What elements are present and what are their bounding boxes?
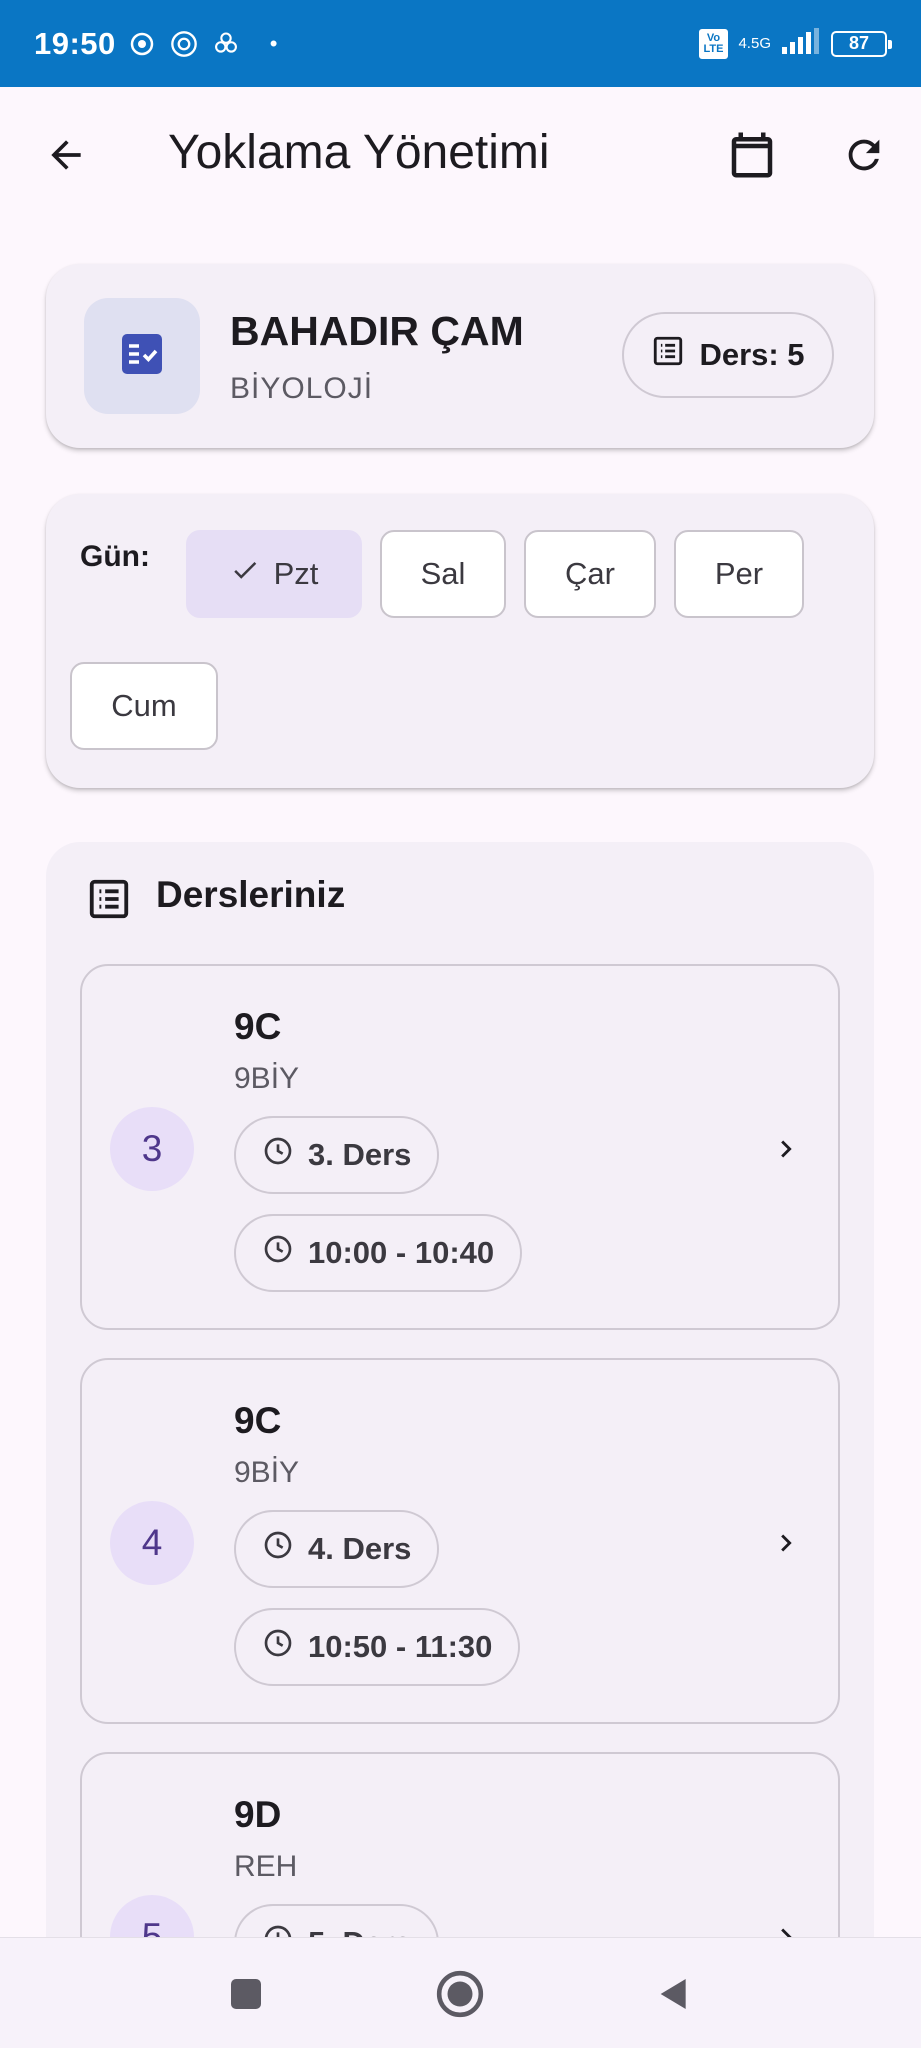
notification-icons: • (128, 30, 278, 58)
lesson-number: 4 (110, 1501, 194, 1585)
lesson-count-chip: Ders: 5 (622, 312, 834, 398)
lesson-class: 9D (234, 1794, 282, 1835)
home-circle-icon[interactable] (430, 1964, 490, 2024)
checklist-icon (118, 330, 166, 383)
clock-icon (262, 1233, 294, 1273)
time-label: 10:00 - 10:40 (308, 1235, 495, 1270)
lesson-number: 3 (110, 1107, 194, 1191)
day-chip-car[interactable]: Çar (524, 530, 656, 618)
day-filter-card: Gün: Pzt Sal Çar Per Cum (46, 494, 874, 788)
system-nav-bar (0, 1937, 921, 2048)
time-label: 10:50 - 11:30 (308, 1629, 493, 1664)
clock-icon (262, 1529, 294, 1569)
lesson-class: 9C (234, 1400, 282, 1441)
clock-icon (262, 1135, 294, 1175)
more-notifications-dot: • (269, 30, 278, 56)
lesson-code: 9BİY (234, 1456, 300, 1489)
list-icon (84, 874, 134, 924)
check-icon (230, 555, 260, 593)
day-chip-label: Cum (111, 688, 177, 723)
lesson-class: 9C (234, 1006, 282, 1047)
app-bar: Yoklama Yönetimi (0, 87, 921, 217)
day-chip-label: Sal (420, 556, 466, 591)
lesson-count-label: Ders: 5 (699, 337, 805, 372)
clock-icon (262, 1627, 294, 1667)
back-triangle-icon[interactable] (644, 1964, 704, 2024)
teacher-name: BAHADIR ÇAM (230, 308, 524, 354)
battery-icon: 87 (831, 30, 892, 57)
day-chip-label: Pzt (273, 556, 319, 591)
teacher-card: BAHADIR ÇAM BİYOLOJİ Ders: 5 (46, 264, 874, 448)
period-chip: 4. Ders (234, 1510, 440, 1588)
chevron-right-icon[interactable] (766, 1515, 806, 1571)
day-chip-pzt[interactable]: Pzt (186, 530, 362, 618)
volte-icon: Vo LTE (698, 28, 729, 59)
checklist-avatar (84, 298, 200, 414)
day-chip-sal[interactable]: Sal (380, 530, 506, 618)
day-chip-per[interactable]: Per (674, 530, 804, 618)
chatgpt-icon (212, 30, 240, 58)
day-chip-label: Per (714, 556, 764, 591)
day-chip-label: Çar (565, 556, 615, 591)
lesson-code: 9BİY (234, 1062, 300, 1095)
chrome-icon (128, 30, 156, 58)
lessons-card: Dersleriniz 3 9C 9BİY 3. Ders 10:00 - 10… (46, 842, 874, 2048)
recents-square-icon[interactable] (216, 1964, 276, 2024)
refresh-icon[interactable] (832, 123, 896, 187)
status-bar: 19:50 • Vo LTE 4.5G 87 (0, 0, 921, 87)
lessons-title: Dersleriniz (156, 874, 346, 915)
period-label: 3. Ders (308, 1137, 412, 1172)
status-right: Vo LTE 4.5G 87 (698, 27, 892, 60)
lesson-item[interactable]: 3 9C 9BİY 3. Ders 10:00 - 10:40 (80, 964, 840, 1330)
calendar-icon[interactable] (720, 123, 784, 187)
day-label: Gün: (80, 540, 150, 573)
chevron-right-icon[interactable] (766, 1121, 806, 1177)
status-time: 19:50 (34, 25, 116, 61)
signal-icon (781, 27, 821, 60)
lesson-code: REH (234, 1850, 298, 1883)
back-arrow-icon[interactable] (36, 125, 96, 185)
period-label: 4. Ders (308, 1531, 412, 1566)
threads-icon (170, 30, 198, 58)
battery-level: 87 (848, 33, 870, 53)
time-chip: 10:00 - 10:40 (234, 1214, 523, 1292)
network-label: 4.5G (738, 34, 771, 52)
list-icon (651, 334, 685, 376)
page-title: Yoklama Yönetimi (168, 126, 550, 179)
period-chip: 3. Ders (234, 1116, 440, 1194)
time-chip: 10:50 - 11:30 (234, 1608, 521, 1686)
day-chip-cum[interactable]: Cum (70, 662, 218, 750)
lesson-item[interactable]: 4 9C 9BİY 4. Ders 10:50 - 11:30 (80, 1358, 840, 1724)
teacher-subject: BİYOLOJİ (230, 372, 374, 405)
